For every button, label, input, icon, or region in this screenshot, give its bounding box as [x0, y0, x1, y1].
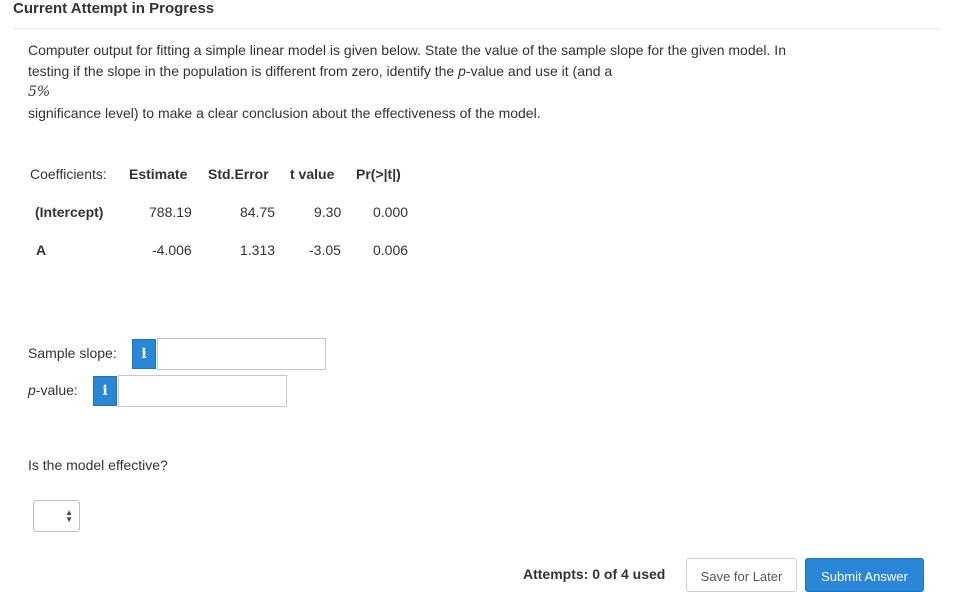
coef-header-stderror: Std.Error	[208, 166, 269, 182]
effective-question: Is the model effective?	[28, 457, 168, 473]
coef-row-estimate: 788.19	[149, 204, 192, 220]
effective-select[interactable]: ▲ ▼	[33, 500, 80, 532]
header-divider	[13, 28, 940, 29]
attempts-counter: Attempts: 0 of 4 used	[523, 566, 666, 582]
pvalue-info-icon[interactable]: i	[93, 376, 117, 406]
slope-info-icon[interactable]: i	[132, 339, 156, 369]
question-line-2-post: -value and use it (and a	[465, 63, 613, 79]
coef-row-pvalue: 0.000	[373, 204, 409, 220]
pvalue-input[interactable]	[118, 375, 287, 407]
coef-row-stderror: 84.75	[240, 204, 276, 220]
coef-row-tvalue: -3.05	[309, 242, 341, 258]
coef-row-estimate: -4.006	[152, 242, 192, 258]
coef-header-label: Coefficients:	[30, 166, 107, 182]
pvalue-label-text: -value:	[35, 382, 78, 398]
question-line-1: Computer output for fitting a simple lin…	[28, 42, 786, 58]
sample-slope-label: Sample slope:	[28, 345, 117, 361]
question-text: Computer output for fitting a simple lin…	[28, 40, 908, 124]
save-for-later-button[interactable]: Save for Later	[686, 558, 797, 592]
coef-row-name: (Intercept)	[35, 204, 104, 220]
sample-slope-input[interactable]	[157, 338, 326, 370]
submit-answer-button[interactable]: Submit Answer	[805, 558, 924, 592]
question-line-2-pre: testing if the slope in the population i…	[28, 63, 459, 79]
coef-row-pvalue: 0.006	[373, 242, 409, 258]
coef-row-name: A	[36, 242, 47, 258]
coef-row-stderror: 1.313	[240, 242, 276, 258]
significance-math: 5%	[28, 84, 51, 100]
pvalue-label-italic: p	[28, 382, 36, 398]
page-title: Current Attempt in Progress	[13, 0, 215, 17]
coef-header-estimate: Estimate	[129, 166, 188, 182]
question-p-italic: p	[458, 63, 466, 79]
question-line-3: significance level) to make a clear conc…	[28, 105, 541, 121]
select-arrows-icon: ▲ ▼	[65, 508, 73, 524]
coef-header-tvalue: t value	[290, 166, 335, 182]
coef-row-tvalue: 9.30	[314, 204, 342, 220]
pvalue-label: p-value:	[28, 382, 78, 398]
coef-header-pvalue: Pr(>|t|)	[356, 166, 401, 182]
